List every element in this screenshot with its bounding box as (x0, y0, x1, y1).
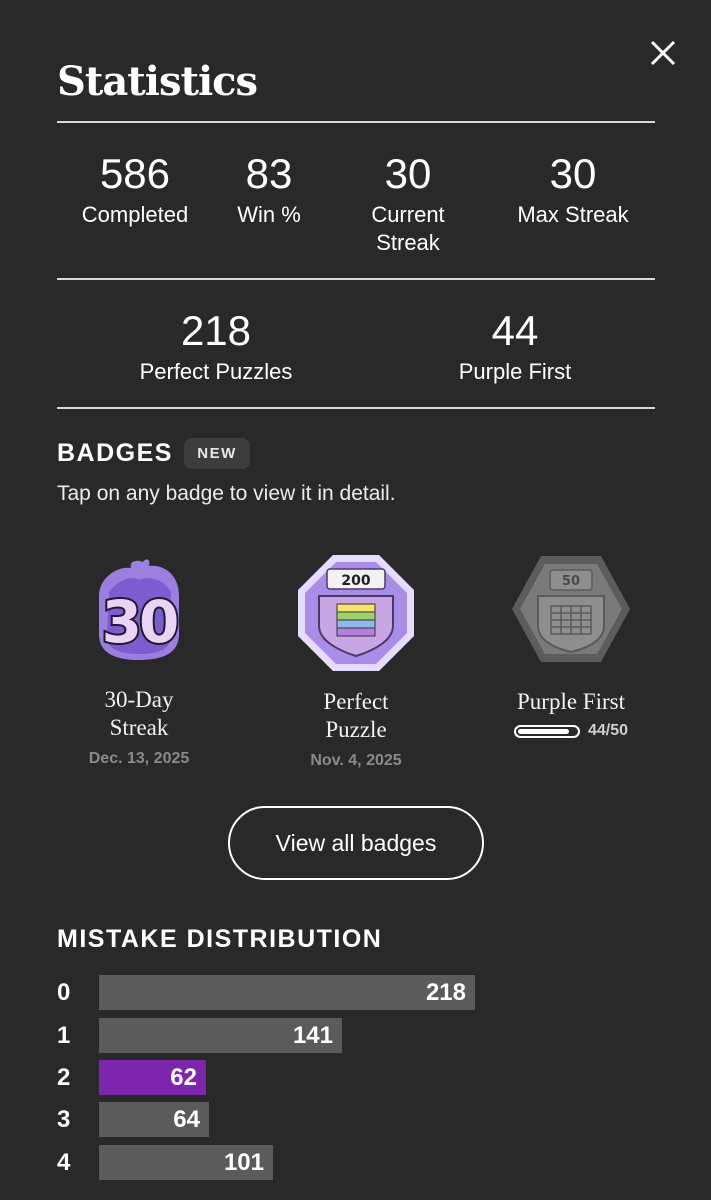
progress-fill (517, 728, 569, 734)
purple-first-badge-icon: 50 (512, 556, 630, 662)
stat-label: Perfect Puzzles (139, 359, 293, 384)
badge-name: Purple First (517, 689, 625, 714)
distribution-bar: 64 (99, 1102, 209, 1137)
stat-label: Win % (237, 202, 301, 227)
badges-heading: BADGES (57, 439, 173, 467)
close-icon (650, 40, 676, 66)
mistake-count-label: 1 (57, 1022, 71, 1049)
stat-label: Max Streak (517, 202, 629, 227)
stat-current-streak: 30 Current Streak (350, 150, 466, 257)
distribution-bar: 218 (99, 975, 475, 1010)
badge-date: Dec. 13, 2025 (88, 750, 190, 767)
badge-perfect-puzzle[interactable]: 200 Perfect Puzzle Nov. 4, 2025 (281, 552, 431, 770)
mistake-count-label: 2 (57, 1064, 71, 1091)
mistake-count-label: 4 (57, 1149, 71, 1176)
stat-label: Purple First (458, 359, 572, 384)
divider (57, 121, 655, 123)
badge-progress: 44/50 (496, 722, 646, 740)
mistake-distribution-heading: MISTAKE DISTRIBUTION (57, 925, 383, 953)
badge-name: Perfect Puzzle (281, 688, 431, 744)
mistake-count-label: 3 (57, 1106, 71, 1133)
divider (57, 407, 655, 409)
view-all-badges-button[interactable]: View all badges (228, 806, 484, 880)
stat-value: 83 (245, 150, 293, 197)
badge-number: 30 (102, 588, 177, 656)
stat-value: 30 (384, 150, 432, 197)
progress-bar (513, 724, 580, 738)
badge-date: Nov. 4, 2025 (310, 752, 402, 769)
badge-purple-first[interactable]: 50 Purple First 44/50 (496, 552, 646, 740)
stat-purple-first: 44 Purple First (425, 307, 605, 386)
stat-max-streak: 30 Max Streak (503, 150, 643, 229)
distribution-bar: 141 (99, 1018, 342, 1053)
perfect-puzzle-badge-icon: 200 (298, 555, 414, 671)
streak-30-badge-icon: 30 (99, 559, 182, 660)
new-tag: NEW (184, 438, 250, 469)
stat-completed: 586 Completed (70, 150, 200, 229)
mistake-count-label: 0 (57, 979, 71, 1006)
badge-number: 200 (341, 573, 370, 589)
stat-value: 30 (549, 150, 597, 197)
badge-30-day-streak[interactable]: 30 30-Day Streak Dec. 13, 2025 (64, 556, 214, 768)
badge-name-line1: 30-Day (104, 687, 174, 712)
badges-subtitle: Tap on any badge to view it in detail. (57, 482, 396, 505)
distribution-bar: 62 (99, 1060, 206, 1095)
badge-name: 30-Day Streak (64, 686, 214, 742)
progress-text: 44/50 (587, 722, 629, 739)
stat-value: 44 (491, 307, 539, 354)
close-button[interactable] (646, 36, 680, 70)
stat-value: 586 (99, 150, 171, 197)
stat-label: Completed (81, 202, 189, 227)
stat-win-percent: 83 Win % (214, 150, 324, 229)
page-title: Statistics (57, 58, 258, 105)
badge-name-line2: Streak (109, 715, 169, 740)
badge-name-line1: Perfect (323, 689, 389, 714)
distribution-bar: 101 (99, 1145, 273, 1180)
stat-value: 218 (180, 307, 252, 354)
divider (57, 278, 655, 280)
badge-number: 50 (562, 574, 580, 589)
stat-perfect-puzzles: 218 Perfect Puzzles (116, 307, 316, 386)
stat-label: Current Streak (371, 202, 445, 255)
badge-name-line2: Puzzle (325, 717, 387, 742)
